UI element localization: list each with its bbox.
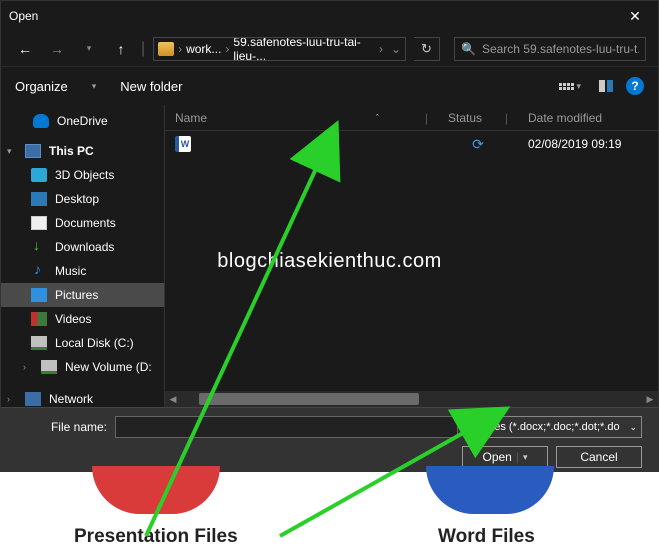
search-icon: 🔍 xyxy=(461,42,476,56)
column-headers: Nameˆ| Status| Date modified xyxy=(165,105,658,131)
toolbar: Organize ▾ New folder ▾ ? xyxy=(1,67,658,105)
dialog-bottom: File name: All files (*.docx;*.doc;*.dot… xyxy=(1,407,658,471)
cloud-icon xyxy=(33,114,49,128)
dialog-body: OneDrive ▾This PC 3D Objects Desktop Doc… xyxy=(1,105,658,407)
network-icon xyxy=(25,392,41,406)
sidebar-item-downloads[interactable]: Downloads xyxy=(1,235,164,259)
sidebar-item-label: Pictures xyxy=(55,288,98,302)
sidebar-item-label: Documents xyxy=(55,216,116,230)
sidebar-item-label: This PC xyxy=(49,144,94,158)
open-button[interactable]: Open|▾ xyxy=(462,446,548,468)
sidebar-item-music[interactable]: Music xyxy=(1,259,164,283)
breadcrumb[interactable]: › work... › 59.safenotes-luu-tru-tai-lie… xyxy=(153,37,406,61)
chevron-right-icon: › xyxy=(379,42,383,56)
breadcrumb-seg[interactable]: work... xyxy=(186,42,221,56)
help-icon[interactable]: ? xyxy=(626,77,644,95)
preview-pane-button[interactable] xyxy=(594,77,618,95)
chevron-down-icon: ⌄ xyxy=(629,422,637,433)
sidebar-item-label: Videos xyxy=(55,312,91,326)
sidebar-item-newvolume[interactable]: ›New Volume (D: xyxy=(1,355,164,379)
button-row: Open|▾ Cancel xyxy=(17,446,642,468)
scroll-right-icon[interactable]: ▶ xyxy=(642,391,658,407)
nav-up-icon[interactable]: ↑ xyxy=(109,37,133,61)
folder-icon xyxy=(158,42,174,56)
search-placeholder: Search 59.safenotes-luu-tru-t... xyxy=(482,42,639,56)
file-row[interactable]: W ⟳ 02/08/2019 09:19 xyxy=(165,131,658,157)
footer-label-presentation: Presentation Files xyxy=(74,526,238,548)
column-status[interactable]: Status| xyxy=(438,111,518,125)
blue-circle xyxy=(426,466,554,514)
dialog-title: Open xyxy=(9,9,38,23)
file-list: Nameˆ| Status| Date modified W ⟳ 02/08/2… xyxy=(165,105,658,407)
separator: | xyxy=(141,40,145,58)
sidebar-item-label: Network xyxy=(49,392,93,406)
chevron-down-icon: ▾ xyxy=(523,452,528,463)
sidebar-item-label: 3D Objects xyxy=(55,168,114,182)
filename-label: File name: xyxy=(17,420,107,434)
chevron-down-icon[interactable]: ▾ xyxy=(92,81,97,92)
sync-icon: ⟳ xyxy=(472,136,484,153)
titlebar: Open ✕ xyxy=(1,1,658,31)
sidebar-item-onedrive[interactable]: OneDrive xyxy=(1,109,164,133)
sidebar-item-label: Local Disk (C:) xyxy=(55,336,134,350)
red-circle xyxy=(92,466,220,514)
sidebar-item-pictures[interactable]: Pictures xyxy=(1,283,164,307)
file-status-cell: ⟳ xyxy=(438,136,518,153)
chevron-right-icon: › xyxy=(178,42,182,56)
view-mode-button[interactable]: ▾ xyxy=(554,78,586,95)
navbar: ← → ▾ ↑ | › work... › 59.safenotes-luu-t… xyxy=(1,31,658,67)
sort-indicator-icon: ˆ xyxy=(376,113,379,123)
column-date[interactable]: Date modified xyxy=(518,111,658,125)
sidebar-item-label: Downloads xyxy=(55,240,114,254)
sidebar-item-label: OneDrive xyxy=(57,114,108,128)
chevron-down-icon[interactable]: ⌄ xyxy=(391,42,401,56)
scroll-left-icon[interactable]: ◀ xyxy=(165,391,181,407)
sidebar-item-documents[interactable]: Documents xyxy=(1,211,164,235)
pc-icon xyxy=(25,144,41,158)
nav-forward-icon[interactable]: → xyxy=(45,37,69,61)
search-input[interactable]: 🔍 Search 59.safenotes-luu-tru-t... xyxy=(454,37,646,61)
sidebar-item-desktop[interactable]: Desktop xyxy=(1,187,164,211)
music-icon xyxy=(31,264,47,278)
3d-icon xyxy=(31,168,47,182)
desktop-icon xyxy=(31,192,47,206)
open-dialog: Open ✕ ← → ▾ ↑ | › work... › 59.safenote… xyxy=(0,0,659,472)
filename-row: File name: All files (*.docx;*.doc;*.dot… xyxy=(17,416,642,438)
word-doc-icon: W xyxy=(175,136,191,152)
breadcrumb-seg[interactable]: 59.safenotes-luu-tru-tai-lieu-... xyxy=(233,37,375,61)
column-name[interactable]: Nameˆ| xyxy=(165,111,438,125)
disk-icon xyxy=(41,360,57,374)
file-date-cell: 02/08/2019 09:19 xyxy=(518,137,658,151)
sidebar-item-label: Music xyxy=(55,264,86,278)
organize-button[interactable]: Organize xyxy=(15,79,68,94)
sidebar-item-3dobjects[interactable]: 3D Objects xyxy=(1,163,164,187)
scrollbar-thumb[interactable] xyxy=(199,393,419,405)
filetype-dropdown[interactable]: All files (*.docx;*.doc;*.dot;*.do⌄ xyxy=(466,416,642,438)
sidebar-item-thispc[interactable]: ▾This PC xyxy=(1,139,164,163)
sidebar: OneDrive ▾This PC 3D Objects Desktop Doc… xyxy=(1,105,165,407)
cancel-button[interactable]: Cancel xyxy=(556,446,642,468)
sidebar-item-label: Desktop xyxy=(55,192,99,206)
documents-icon xyxy=(31,216,47,230)
nav-history-icon[interactable]: ▾ xyxy=(77,37,101,61)
footer-label-word: Word Files xyxy=(438,526,535,548)
new-folder-button[interactable]: New folder xyxy=(120,79,182,94)
sidebar-item-localdisk[interactable]: Local Disk (C:) xyxy=(1,331,164,355)
file-name-cell: W xyxy=(165,136,438,152)
nav-back-icon[interactable]: ← xyxy=(13,37,37,61)
sidebar-item-videos[interactable]: Videos xyxy=(1,307,164,331)
horizontal-scrollbar[interactable]: ◀ ▶ xyxy=(165,391,658,407)
chevron-right-icon: › xyxy=(225,42,229,56)
grid-icon xyxy=(559,83,574,90)
downloads-icon xyxy=(31,240,47,254)
pictures-icon xyxy=(31,288,47,302)
disk-icon xyxy=(31,336,47,350)
view-controls: ▾ ? xyxy=(554,77,644,95)
sidebar-item-network[interactable]: ›Network xyxy=(1,387,164,407)
close-icon[interactable]: ✕ xyxy=(612,1,658,31)
refresh-icon[interactable]: ↻ xyxy=(414,37,440,61)
filename-input[interactable] xyxy=(115,416,458,438)
sidebar-item-label: New Volume (D: xyxy=(65,360,152,374)
videos-icon xyxy=(31,312,47,326)
